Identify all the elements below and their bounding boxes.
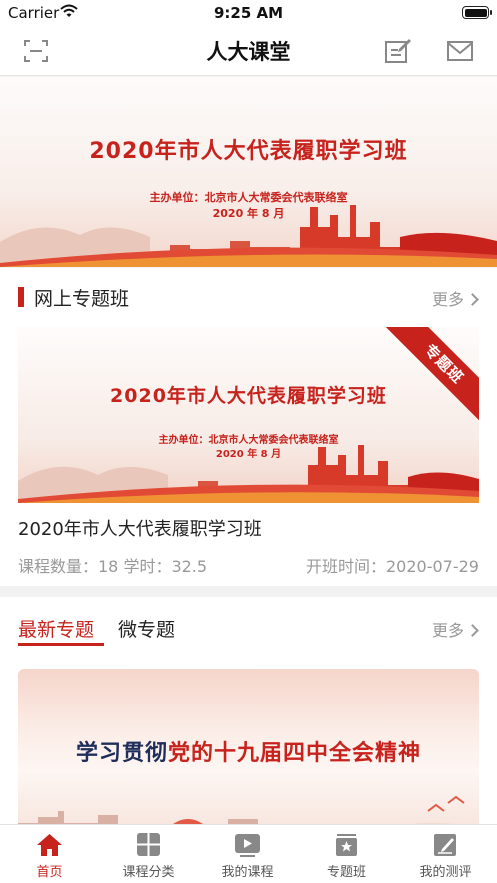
- course-card-image[interactable]: 2020年市人大代表履职学习班 主办单位：北京市人大常委会代表联络室 2020 …: [18, 327, 479, 503]
- course-meta: 课程数量：18 学时：32.5: [18, 557, 208, 576]
- topic-card-image[interactable]: 学习贯彻党的十九届四中全会精神: [18, 669, 479, 827]
- tab-label: 我的测评: [419, 865, 472, 880]
- tab-special-classes[interactable]: 专题班: [297, 825, 396, 883]
- edit-icon[interactable]: [384, 38, 412, 64]
- card-image-title: 2020年市人大代表履职学习班: [110, 385, 387, 407]
- section-marker: [18, 287, 24, 307]
- more-label: 更多: [431, 290, 464, 309]
- city-skyline-illustration: [18, 445, 479, 503]
- star-board-icon: [336, 834, 357, 856]
- promo-banner[interactable]: 2020年市人大代表履职学习班 主办单位：北京市人大常委会代表联络室 2020 …: [0, 77, 497, 267]
- home-icon: [37, 834, 62, 856]
- course-open-time: 开班时间：2020-07-29: [306, 557, 479, 576]
- more-link[interactable]: 更多: [431, 286, 479, 310]
- tab-label: 专题班: [326, 865, 366, 880]
- more-link[interactable]: 更多: [431, 617, 479, 641]
- topic-title-part1: 学习贯彻: [75, 741, 168, 766]
- status-bar: Carrier 9:25 AM: [0, 0, 497, 26]
- topics-section: 最新专题 微专题 更多 学习贯彻党的十九届四中全会精神: [0, 597, 497, 827]
- play-video-icon: [235, 834, 260, 857]
- app-screen: Carrier 9:25 AM 人大课堂 2020年市人大代表履职学习班 主办单…: [0, 0, 497, 883]
- course-title[interactable]: 2020年市人大代表履职学习班: [18, 515, 262, 541]
- tab-my-assessments[interactable]: 我的测评: [396, 825, 495, 883]
- tab-label: 首页: [36, 865, 63, 880]
- city-skyline-illustration: [18, 795, 479, 827]
- section-title: 网上专题班: [34, 288, 130, 310]
- chevron-right-icon: [466, 624, 479, 637]
- bottom-tab-bar: 首页 课程分类 我的课程 专题班 我的测评: [0, 824, 497, 883]
- special-class-ribbon: 专题班: [380, 327, 479, 428]
- mail-icon[interactable]: [446, 38, 474, 64]
- tab-label: 我的课程: [221, 865, 274, 880]
- online-course-section: 网上专题班 更多 2020年市人大代表履职学习班 主办单位：北京市人大常委会代表…: [0, 268, 497, 586]
- navigation-bar: 人大课堂: [0, 26, 497, 76]
- active-tab-indicator: [18, 643, 104, 646]
- clock: 9:25 AM: [213, 4, 284, 22]
- page-title: 人大课堂: [206, 40, 291, 64]
- topic-card-title: 学习贯彻党的十九届四中全会精神: [18, 735, 479, 767]
- tab-label: 课程分类: [122, 865, 175, 880]
- tab-home[interactable]: 首页: [0, 825, 99, 883]
- topic-title-part2: 党的十九届四中全会精神: [168, 741, 422, 766]
- battery-icon: [462, 6, 492, 19]
- section-header: 网上专题班 更多: [0, 268, 497, 324]
- tab-latest-topics[interactable]: 最新专题: [18, 615, 94, 642]
- more-label: 更多: [431, 621, 464, 640]
- city-skyline-illustration: [0, 205, 497, 267]
- tab-micro-topics[interactable]: 微专题: [118, 615, 175, 642]
- banner-title: 2020年市人大代表履职学习班: [89, 139, 408, 164]
- tab-my-courses[interactable]: 我的课程: [198, 825, 297, 883]
- chevron-right-icon: [466, 293, 479, 306]
- category-grid-icon: [137, 833, 160, 856]
- tab-categories[interactable]: 课程分类: [99, 825, 198, 883]
- assessment-edit-icon: [434, 834, 456, 856]
